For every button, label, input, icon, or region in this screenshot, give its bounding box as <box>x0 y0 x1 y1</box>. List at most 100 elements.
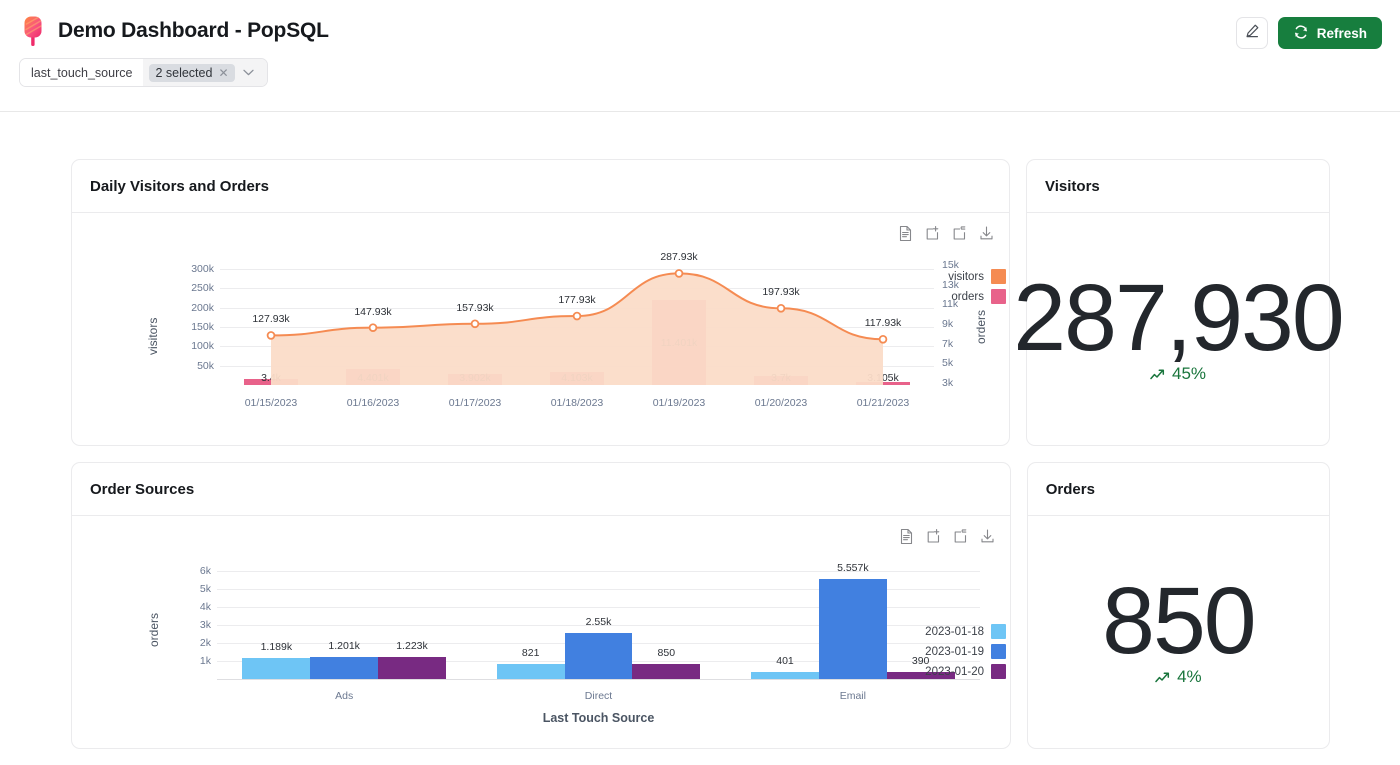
card-order-sources: Order Sources 1k 2k 3k <box>71 462 1011 749</box>
chart-gridline <box>220 327 934 328</box>
chart-gridline <box>220 308 934 309</box>
chart-gridline <box>220 269 934 270</box>
chart-point-label: 157.93k <box>456 302 493 314</box>
y-axis-tick: 4k <box>177 601 211 613</box>
chart-bar-label: 821 <box>522 647 540 659</box>
legend-swatch <box>991 644 1006 659</box>
close-icon[interactable]: ✕ <box>218 67 228 79</box>
chart-gridline <box>220 366 934 367</box>
card-title: Daily Visitors and Orders <box>90 178 269 195</box>
x-axis-tick: 01/18/2023 <box>551 397 604 409</box>
y-axis-tick-left: 100k <box>172 340 214 352</box>
chart-point-label: 127.93k <box>252 313 289 325</box>
y-axis-tick-left: 300k <box>172 263 214 275</box>
chart-bar-label: 3.7k <box>771 372 791 384</box>
chevron-down-icon[interactable] <box>235 69 261 76</box>
chart-bar-label: 4.401k <box>357 372 389 384</box>
x-axis-title: Last Touch Source <box>543 711 655 725</box>
title-row: Demo Dashboard - PopSQL <box>0 0 1400 48</box>
legend-item[interactable]: 2023-01-20 <box>900 664 1006 679</box>
y-axis-tick-left: 250k <box>172 282 214 294</box>
x-axis-tick: Direct <box>585 690 612 702</box>
chart-bar-label: 401 <box>776 655 794 667</box>
chart-legend: 2023-01-18 2023-01-19 2023-01-20 <box>900 624 1006 679</box>
chart-bar[interactable] <box>242 658 310 679</box>
legend-swatch <box>991 624 1006 639</box>
chart-daily-visitors-and-orders[interactable]: 50k100k150k200k250k300k3k5k7k9k11k13k15k… <box>72 213 1009 445</box>
card-daily-visitors-and-orders: Daily Visitors and Orders <box>71 159 1010 446</box>
kpi-delta-label: 4% <box>1177 667 1202 687</box>
chart-bar-label: 4.103k <box>561 372 593 384</box>
card-header: Visitors <box>1027 160 1329 213</box>
filter-value-area[interactable]: 2 selected ✕ <box>143 59 266 86</box>
legend-item[interactable]: 2023-01-18 <box>900 624 1006 639</box>
refresh-button[interactable]: Refresh <box>1278 17 1382 49</box>
chart-bar[interactable] <box>497 664 565 679</box>
y-axis-tick: 5k <box>177 583 211 595</box>
y-axis-tick: 3k <box>177 619 211 631</box>
chart-bar-label: 3.105k <box>867 372 899 384</box>
card-body: 287,930 45% <box>1027 213 1329 445</box>
card-body: 1k2k3k4k5k6korders1.189k1.201k1.223k8212… <box>72 516 1010 748</box>
chart-bar-label: 2.55k <box>586 616 612 628</box>
y-axis-tick-right: 5k <box>942 357 953 369</box>
card-header: Orders <box>1028 463 1329 516</box>
dashboard-grid: Daily Visitors and Orders <box>0 112 1400 749</box>
chart-gridline <box>220 346 934 347</box>
y-axis-title-left: visitors <box>146 289 160 383</box>
card-header: Order Sources <box>72 463 1010 516</box>
card-body: 850 4% <box>1028 516 1329 748</box>
refresh-icon <box>1293 24 1309 43</box>
x-axis-tick: 01/16/2023 <box>347 397 400 409</box>
legend-label: 2023-01-18 <box>925 626 984 638</box>
y-axis-tick-left: 50k <box>172 360 214 372</box>
y-axis-tick: 2k <box>177 637 211 649</box>
chart-point-label: 147.93k <box>354 306 391 318</box>
chart-bar[interactable] <box>565 633 633 679</box>
filter-last-touch-source[interactable]: last_touch_source 2 selected ✕ <box>19 58 268 87</box>
chart-order-sources[interactable]: 1k2k3k4k5k6korders1.189k1.201k1.223k8212… <box>72 516 1010 748</box>
chart-gridline <box>220 288 934 289</box>
x-axis-tick: 01/21/2023 <box>857 397 910 409</box>
chart-bar[interactable] <box>310 657 378 679</box>
filter-selected-label: 2 selected <box>155 66 212 80</box>
dashboard-row-2: Order Sources 1k 2k 3k <box>71 462 1330 749</box>
chart-bar-label: 3.4k <box>261 372 281 384</box>
y-axis-title: orders <box>147 580 161 679</box>
kpi-delta: 45% <box>1150 364 1206 384</box>
y-axis-tick-left: 200k <box>172 302 214 314</box>
legend-item[interactable]: orders <box>944 289 1006 304</box>
chart-bar[interactable] <box>819 579 887 679</box>
y-axis-tick-right: 3k <box>942 377 953 389</box>
chart-bar[interactable] <box>632 664 700 679</box>
legend-swatch <box>991 664 1006 679</box>
chart-baseline <box>217 679 980 680</box>
legend-label: 2023-01-19 <box>925 646 984 658</box>
chart-bar-label: 3.902k <box>459 372 491 384</box>
edit-dashboard-button[interactable] <box>1236 17 1268 49</box>
chart-bar[interactable] <box>378 657 446 679</box>
y-axis-tick: 1k <box>177 655 211 667</box>
legend-item[interactable]: visitors <box>944 269 1006 284</box>
filter-row: last_touch_source 2 selected ✕ <box>0 48 1400 87</box>
chart-bar-label: 11.401k <box>661 337 698 349</box>
popsicle-icon <box>18 14 48 48</box>
chart-legend: visitors orders <box>944 269 1006 304</box>
app-header: Demo Dashboard - PopSQL last_touch_sourc… <box>0 0 1400 112</box>
y-axis-tick-left: 150k <box>172 321 214 333</box>
x-axis-tick: Ads <box>335 690 353 702</box>
chart-bar[interactable] <box>751 672 819 679</box>
x-axis-tick: 01/20/2023 <box>755 397 808 409</box>
legend-item[interactable]: 2023-01-19 <box>900 644 1006 659</box>
chart-point-label: 197.93k <box>762 286 799 298</box>
kpi-delta-label: 45% <box>1172 364 1206 384</box>
chart-bar-label: 1.223k <box>396 640 428 652</box>
kpi-delta: 4% <box>1155 667 1202 687</box>
y-axis-tick: 6k <box>177 565 211 577</box>
card-title: Visitors <box>1045 178 1100 195</box>
chart-bar-label: 850 <box>658 647 676 659</box>
trend-up-icon <box>1150 368 1167 381</box>
filter-selected-chip[interactable]: 2 selected ✕ <box>149 64 234 82</box>
legend-label: 2023-01-20 <box>925 666 984 678</box>
x-axis-tick: 01/17/2023 <box>449 397 502 409</box>
